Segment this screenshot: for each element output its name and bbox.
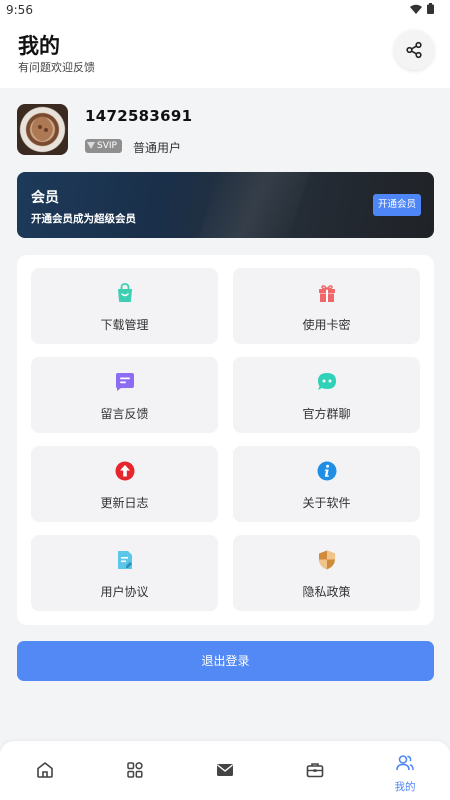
vip-banner[interactable]: 会员 开通会员成为超级会员 开通会员 — [17, 172, 434, 238]
page-title: 我的 — [18, 34, 60, 58]
nav-home[interactable] — [0, 741, 90, 800]
tile-label: 官方群聊 — [302, 407, 351, 421]
tile-label: 下载管理 — [100, 318, 149, 332]
official-group-tile[interactable]: 官方群聊 — [233, 357, 420, 433]
tile-label: 留言反馈 — [100, 407, 149, 421]
message-icon — [114, 371, 136, 393]
wifi-icon — [410, 4, 422, 14]
toolbox-icon — [305, 760, 325, 780]
tile-label: 使用卡密 — [302, 318, 351, 332]
vip-description: 开通会员成为超级会员 — [31, 213, 136, 225]
bottom-nav: 我的 — [0, 741, 450, 800]
battery-icon — [427, 3, 434, 14]
banner-decoration — [187, 172, 317, 238]
page-subtitle: 有问题欢迎反馈 — [18, 61, 95, 74]
gift-icon — [316, 282, 338, 304]
tile-label: 更新日志 — [100, 496, 149, 510]
user-agreement-tile[interactable]: 用户协议 — [31, 535, 218, 611]
logout-button[interactable]: 退出登录 — [17, 641, 434, 681]
chat-bubble-icon — [316, 371, 338, 393]
open-vip-button[interactable]: 开通会员 — [372, 194, 421, 216]
nav-label: 我的 — [394, 781, 416, 793]
user-level: 普通用户 — [133, 141, 182, 155]
grid-icon — [125, 760, 145, 780]
page-header: 我的 有问题欢迎反馈 — [0, 20, 450, 88]
about-tile[interactable]: 关于软件 — [233, 446, 420, 522]
download-manager-tile[interactable]: 下载管理 — [31, 268, 218, 344]
feature-grid: 下载管理 使用卡密 留言反馈 官方群聊 更新日志 关于软件 用户协议 隐私政策 — [17, 255, 434, 625]
svip-badge: SVIP — [85, 139, 122, 153]
status-icons — [410, 3, 434, 14]
avatar-image — [31, 116, 53, 141]
avatar[interactable] — [17, 104, 68, 155]
tile-label: 关于软件 — [302, 496, 351, 510]
share-icon — [406, 41, 422, 59]
upload-arrow-icon — [114, 460, 136, 482]
user-icon — [395, 753, 415, 773]
nav-messages[interactable] — [180, 741, 270, 800]
profile-section: 1472583691 SVIP 普通用户 — [0, 88, 450, 170]
nav-mine[interactable]: 我的 — [360, 741, 450, 800]
feedback-tile[interactable]: 留言反馈 — [31, 357, 218, 433]
changelog-tile[interactable]: 更新日志 — [31, 446, 218, 522]
document-icon — [114, 549, 136, 571]
home-icon — [35, 760, 55, 780]
nav-apps[interactable] — [90, 741, 180, 800]
status-bar: 9:56 — [0, 0, 450, 20]
shield-icon — [316, 549, 338, 571]
redeem-card-tile[interactable]: 使用卡密 — [233, 268, 420, 344]
nav-toolbox[interactable] — [270, 741, 360, 800]
tile-label: 隐私政策 — [302, 585, 351, 599]
tile-label: 用户协议 — [100, 585, 149, 599]
vip-title: 会员 — [31, 190, 59, 206]
mail-icon — [215, 760, 235, 780]
username: 1472583691 — [85, 107, 193, 125]
status-time: 9:56 — [6, 3, 33, 17]
info-icon — [316, 460, 338, 482]
privacy-policy-tile[interactable]: 隐私政策 — [233, 535, 420, 611]
share-button[interactable] — [394, 30, 434, 70]
shopping-bag-icon — [114, 282, 136, 304]
